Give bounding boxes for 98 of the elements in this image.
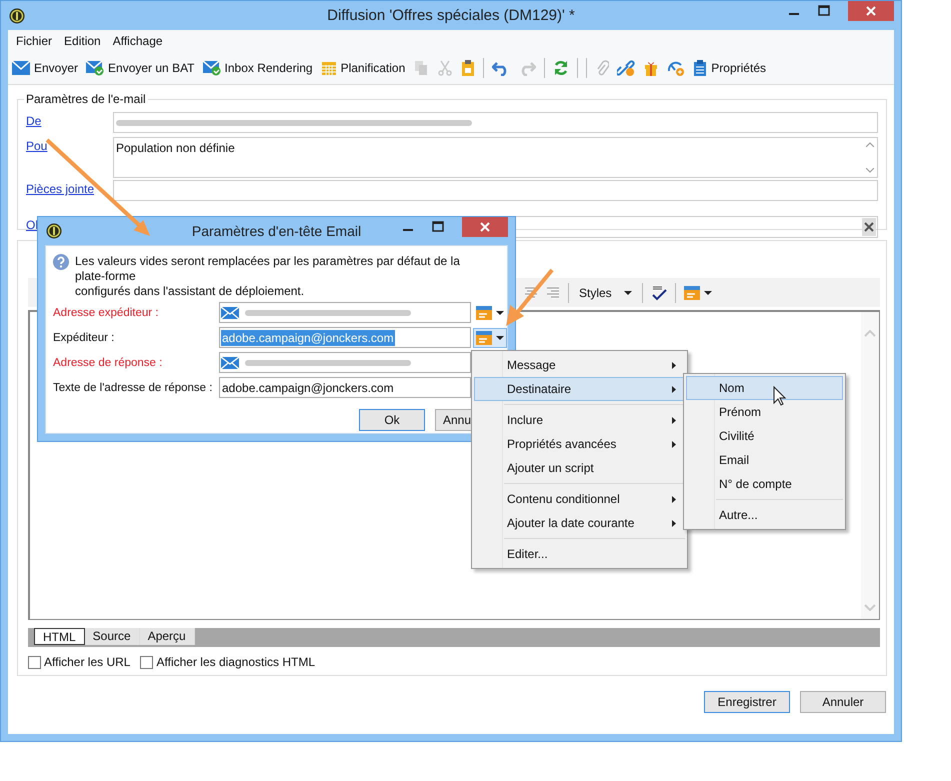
app-logo-icon [46, 223, 62, 239]
insert-field-button[interactable] [684, 284, 712, 300]
gauge-icon [667, 60, 686, 76]
refresh-icon [553, 60, 570, 76]
scissors-icon [437, 60, 454, 76]
gift-icon [643, 60, 660, 76]
link-button[interactable] [617, 60, 636, 76]
toolbar-button[interactable]: Planification [320, 60, 406, 76]
envelope-icon [12, 61, 30, 75]
menu-item[interactable]: Email [686, 448, 843, 472]
menu-item[interactable]: Message [474, 353, 685, 377]
checkbox-label: Afficher les URL [44, 655, 130, 669]
insert-field-button[interactable] [473, 328, 507, 348]
close-icon [866, 6, 876, 16]
styles-dropdown[interactable]: Styles [577, 286, 634, 300]
menu-item[interactable]: Destinataire [474, 377, 685, 401]
clipboard-icon [461, 60, 476, 76]
field-link[interactable]: Pièces jointe [26, 180, 113, 196]
window-icon [476, 304, 492, 320]
clipboard-list-icon [693, 60, 708, 76]
mouse-cursor-icon [774, 386, 786, 406]
align-center-icon[interactable] [524, 286, 538, 298]
checkbox[interactable] [140, 656, 154, 668]
menu-item[interactable]: Editer... [474, 542, 685, 566]
paste-button[interactable] [461, 60, 476, 76]
field-link[interactable]: Pou [26, 137, 113, 153]
align-right-icon[interactable] [546, 286, 560, 298]
app-logo-icon [9, 8, 25, 24]
sender-field[interactable] [113, 112, 878, 133]
tracking-button[interactable] [667, 60, 686, 76]
clear-button[interactable] [862, 218, 876, 236]
caret-icon [496, 336, 504, 340]
envelope-icon [221, 356, 239, 368]
dialog-title: Paramètres d'en-tête Email [190, 223, 362, 239]
menu-item[interactable]: Affichage [112, 34, 163, 48]
dialog-button[interactable]: Ok [359, 409, 425, 431]
caret-icon [704, 290, 712, 294]
envelope-check-icon [86, 60, 104, 76]
refresh-button[interactable] [553, 60, 570, 76]
help-icon [53, 254, 69, 270]
input-field[interactable]: adobe.campaign@jonckers.com [219, 377, 471, 398]
field-label: Texte de l'adresse de réponse : [53, 382, 214, 394]
input-field[interactable] [219, 352, 471, 373]
menu-item[interactable]: Edition [64, 34, 101, 48]
annotation-arrow [506, 268, 554, 326]
field-value: Population non définie [115, 140, 236, 157]
checkbox[interactable] [28, 656, 41, 668]
checkbox-label: Afficher les diagnostics HTML [156, 655, 315, 669]
field-label: Adresse de réponse : [53, 356, 164, 368]
toolbar-button[interactable]: Envoyer [12, 61, 78, 75]
menu-item[interactable]: Ajouter la date courante [474, 511, 685, 535]
view-tab[interactable]: Aperçu [140, 628, 195, 645]
caret-icon [624, 290, 632, 294]
window-icon [476, 330, 492, 346]
menu-item[interactable]: N° de compte [686, 472, 843, 496]
close-icon [864, 222, 874, 232]
toolbar-button[interactable]: Envoyer un BAT [86, 60, 195, 76]
info-message: Les valeurs vides seront remplacées par les paramètres par défaut de la plate-forme configurés dans l'assistant de déploiement. [75, 254, 461, 299]
caret-icon [496, 310, 504, 314]
calendar-icon [320, 60, 337, 76]
toolbar-button[interactable]: Propriétés [693, 60, 766, 76]
menu-item[interactable]: Contenu conditionnel [474, 487, 685, 511]
close-button[interactable] [848, 1, 894, 21]
field-label: Expéditeur : [53, 332, 116, 344]
attachments-field[interactable] [113, 180, 878, 201]
dialog-button[interactable]: Enregistrer [704, 691, 790, 713]
envelope-check-icon [202, 60, 221, 76]
toolbar-button[interactable]: Inbox Rendering [202, 60, 313, 76]
dialog-button[interactable]: Annuler [800, 691, 886, 713]
group-title: Paramètres de l'e-mail [24, 92, 148, 106]
field-label: Adresse expéditeur : [53, 306, 160, 318]
window-icon [684, 284, 700, 300]
scroll-up-icon[interactable] [866, 142, 874, 147]
maximize-icon[interactable] [818, 5, 830, 17]
menu-item[interactable]: Fichier [16, 34, 52, 48]
input-field[interactable] [219, 302, 471, 323]
scroll-down-icon[interactable] [866, 168, 874, 173]
field-value: adobe.campaign@jonckers.com [221, 330, 395, 346]
menu-item[interactable]: Autre... [686, 503, 843, 527]
paperclip-icon [595, 60, 610, 76]
envelope-icon [221, 306, 239, 318]
field-link[interactable]: De [26, 112, 113, 128]
maximize-icon[interactable] [432, 221, 444, 233]
view-tab[interactable]: Source [84, 628, 140, 645]
link-icon [617, 60, 636, 76]
menu-item[interactable]: Prénom [686, 400, 843, 424]
copy-icon [413, 60, 430, 76]
menu-item[interactable]: Ajouter un script [474, 456, 685, 480]
gift-button[interactable] [643, 60, 660, 76]
recipients-field[interactable]: Population non définie [113, 137, 878, 178]
window-title: Diffusion 'Offres spéciales (DM129)' * [326, 7, 576, 24]
close-button[interactable] [462, 217, 508, 237]
close-icon [480, 222, 490, 232]
menu-item[interactable]: Propriétés avancées [474, 432, 685, 456]
menu-item[interactable]: Nom [686, 376, 843, 400]
view-tab[interactable]: HTML [34, 628, 85, 645]
spellcheck-icon[interactable] [650, 284, 667, 300]
menu-item[interactable]: Civilité [686, 424, 843, 448]
